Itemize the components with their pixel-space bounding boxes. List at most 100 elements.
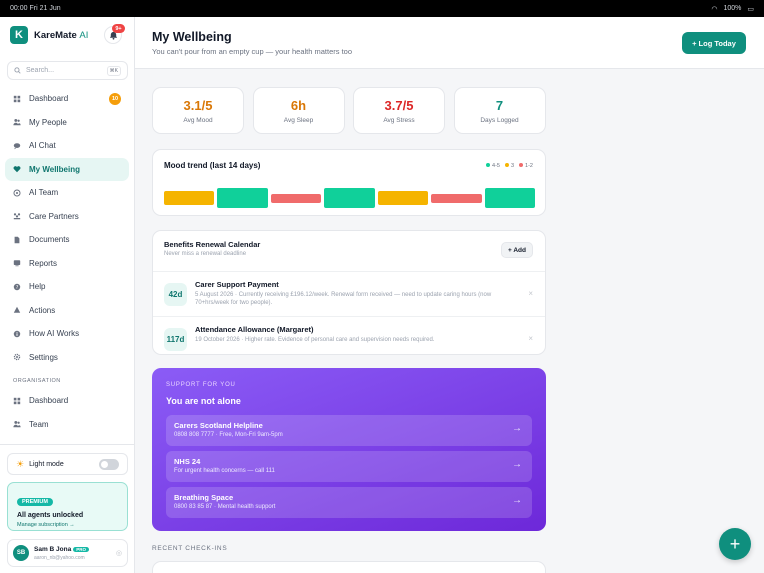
days-remaining: 117d [164,328,187,351]
search-input[interactable]: Search... ⌘K [7,61,128,80]
status-time: 00:00 Fri 21 Jun [10,5,61,12]
theme-label: Light mode [29,460,64,468]
wifi-icon: ◠ [711,5,718,13]
mood-day-bar [431,193,482,203]
sidebar-item-care-partners[interactable]: Care Partners [5,205,129,229]
log-today-button[interactable]: + Log Today [682,32,746,54]
recent-checkins-label: RECENT CHECK-INS [152,545,228,552]
people-icon [13,421,21,428]
sidebar-item-help[interactable]: ? Help [5,275,129,299]
support-resource[interactable]: Breathing Space 0800 83 85 87 · Mental he… [166,487,532,518]
nav-label: Team [29,419,49,429]
sidebar-org-item-dashboard[interactable]: Dashboard [5,389,129,413]
info-icon [13,330,21,337]
nav-label: Settings [29,352,58,362]
user-name: Sam B Jona PRO [34,546,89,553]
nav-label: Dashboard [29,396,69,406]
sidebar-item-settings[interactable]: Settings [5,346,129,370]
close-icon[interactable]: × [528,289,533,298]
mood-legend: 4-5 3 1-2 [486,163,533,169]
sidebar-item-ai-chat[interactable]: AI Chat [5,134,129,158]
mood-day-bar [217,188,268,208]
stat-label: Avg Stress [383,117,415,124]
stat-value: 7 [495,98,504,113]
user-profile[interactable]: SB Sam B Jona PRO aaron_nb@yahoo.com ◎ [7,539,128,567]
sidebar-item-my-wellbeing[interactable]: My Wellbeing [5,157,129,181]
sidebar-nav: Dashboard 10 My People AI Chat My Wellbeing A… [5,87,129,460]
legend-item: 4-5 [486,163,500,169]
stat-label: Avg Sleep [283,117,314,124]
stat-label: Days Logged [480,117,519,124]
benefits-subtitle: Never miss a renewal deadline [164,251,247,257]
support-title: You are not alone [166,396,241,406]
status-bar: 00:00 Fri 21 Jun ◠ 100% ▭ [0,0,764,17]
heart-icon [13,166,21,173]
reports-icon [13,260,21,267]
premium-badge: PREMIUM [17,498,53,506]
sidebar-item-documents[interactable]: Documents [5,228,129,252]
recent-checkins-card [152,561,546,573]
people-icon [13,119,21,126]
mood-bars [164,186,535,208]
support-resource[interactable]: NHS 24 For urgent health concerns — call … [166,451,532,482]
nav-label: Documents [29,235,70,245]
add-benefit-button[interactable]: + Add [501,242,533,258]
search-icon [14,67,21,74]
sidebar-item-my-people[interactable]: My People [5,111,129,135]
grid-icon [13,397,21,404]
nav-label: Reports [29,258,58,268]
add-fab-button[interactable]: + [719,528,751,560]
days-remaining: 42d [164,283,187,306]
mood-day-bar [324,188,375,208]
mood-trend-title: Mood trend (last 14 days) [164,161,261,170]
support-name: NHS 24 [174,457,201,466]
mood-day-bar [270,193,322,203]
manage-subscription-link[interactable]: Manage subscription → [17,522,118,528]
user-menu-icon[interactable]: ◎ [116,549,122,557]
sidebar: K KareMate AI 9+ Search... ⌘K Dashboard 1… [0,17,135,573]
benefit-row: 42d Carer Support Payment 5 August 2026 · … [153,271,545,316]
mood-trend-card: Mood trend (last 14 days) 4-5 3 1-2 [152,149,546,216]
theme-toggle[interactable] [99,458,119,470]
sun-icon: ☀ [16,458,25,469]
stat-card: 3.1/5 Avg Mood [152,87,244,134]
legend-dot [504,163,509,167]
nav-label: AI Team [29,188,59,198]
stat-card: 6h Avg Sleep [252,87,345,134]
sidebar-item-ai-team[interactable]: AI Team [5,181,129,205]
sidebar-item-reports[interactable]: Reports [5,252,129,276]
nav-label: My Wellbeing [29,164,80,174]
benefits-card: Benefits Renewal Calendar Never miss a r… [152,230,546,355]
benefits-title: Benefits Renewal Calendar [164,240,261,249]
nav-count-badge: 10 [109,92,121,105]
benefit-desc: 19 October 2026 · Higher rate. Evidence … [195,337,435,343]
help-icon: ? [13,283,21,291]
actions-icon [13,307,21,314]
close-icon[interactable]: × [528,334,533,343]
status-right: ◠ 100% ▭ [711,5,754,13]
sidebar-item-dashboard[interactable]: Dashboard 10 [5,87,129,111]
legend-dot [519,163,524,167]
support-name: Breathing Space [174,493,234,502]
support-resource[interactable]: Carers Scotland Helpline 0808 808 7777 · … [166,415,532,446]
gear-icon [13,354,21,361]
pro-badge: PRO [73,546,89,552]
nav-label: How AI Works [29,329,80,339]
nav-label: Actions [29,305,56,315]
sidebar-item-actions[interactable]: Actions [5,299,129,323]
support-desc: 0808 808 7777 · Free, Mon-Fri 9am-5pm [174,432,283,438]
benefit-row: 117d Attendance Allowance (Margaret) 19 Oc… [153,316,545,361]
mood-day-bar [164,191,215,205]
theme-toggle-row[interactable]: ☀ Light mode [7,453,128,475]
search-shortcut: ⌘K [106,65,121,76]
nav-label: Help [29,282,46,292]
legend-item: 1-2 [519,163,533,169]
premium-card: PREMIUM All agents unlocked Manage subsc… [7,482,128,531]
document-icon [14,236,20,243]
benefit-name: Attendance Allowance (Margaret) [195,325,314,334]
sidebar-org-item-team[interactable]: Team [5,413,129,437]
sidebar-item-how-ai-works[interactable]: How AI Works [5,322,129,346]
stat-card: 3.7/5 Avg Stress [353,87,445,134]
battery-icon: ▭ [747,5,754,13]
premium-title: All agents unlocked [17,512,84,519]
